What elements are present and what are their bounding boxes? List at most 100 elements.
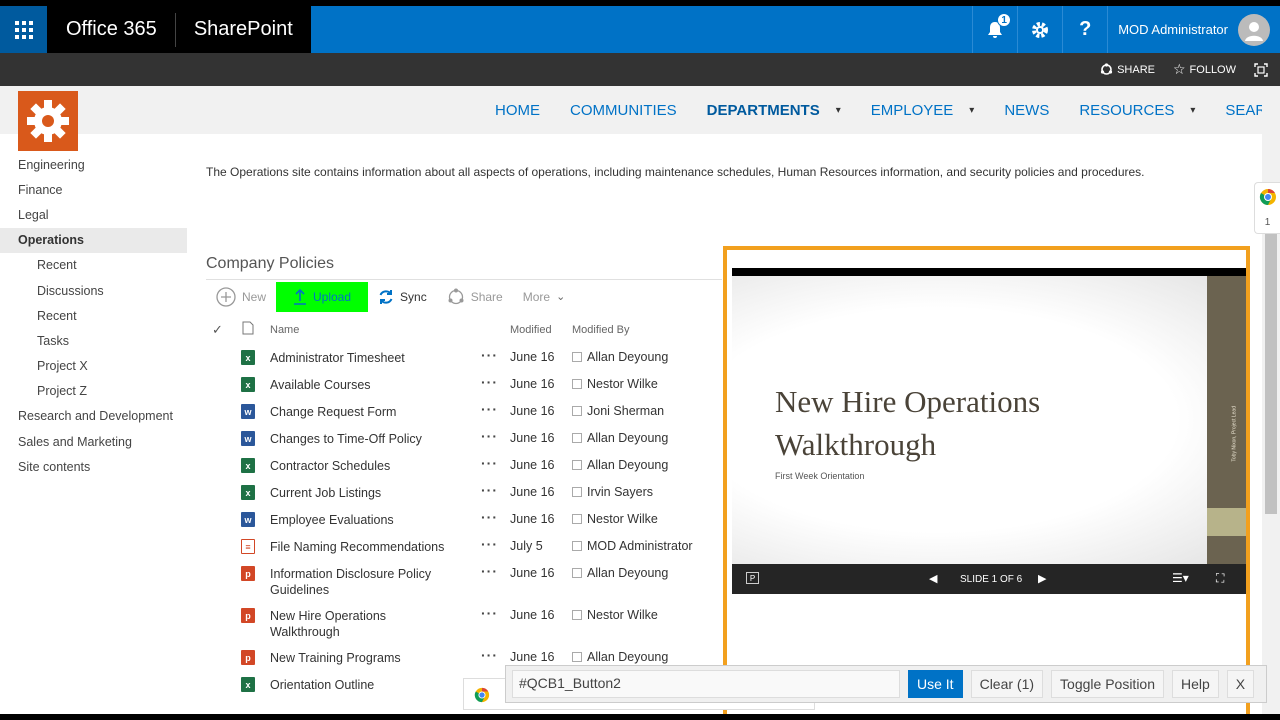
ellipsis-menu-icon[interactable]: ··· xyxy=(481,563,498,579)
dropdown-icon[interactable]: ▾ xyxy=(1190,105,1195,116)
table-row[interactable]: x Contractor Schedules ··· June 16 Allan… xyxy=(206,452,722,479)
side-widget[interactable]: 1 xyxy=(1254,182,1280,234)
ellipsis-menu-icon[interactable]: ··· xyxy=(481,482,498,498)
help-button[interactable]: ? xyxy=(1062,6,1107,53)
file-name[interactable]: Contractor Schedules xyxy=(270,458,450,474)
leftnav-item-finance[interactable]: Finance xyxy=(0,177,187,202)
dropdown-icon[interactable]: ▾ xyxy=(836,105,841,116)
ellipsis-menu-icon[interactable]: ··· xyxy=(481,455,498,471)
presence-checkbox[interactable] xyxy=(572,379,582,389)
leftnav-item-recent-2[interactable]: Recent xyxy=(0,303,187,328)
presence-checkbox[interactable] xyxy=(572,433,582,443)
slide[interactable]: Toby Nixon, Project Lead New Hire Operat… xyxy=(732,276,1246,564)
dropdown-icon[interactable]: ▾ xyxy=(969,105,974,116)
share-button[interactable]: SHARE xyxy=(1100,63,1155,76)
table-row[interactable]: w Change Request Form ··· June 16 Joni S… xyxy=(206,398,722,425)
column-name[interactable]: Name xyxy=(270,324,299,336)
presence-checkbox[interactable] xyxy=(572,541,582,551)
modified-by-name[interactable]: MOD Administrator xyxy=(587,539,693,553)
modified-by-name[interactable]: Allan Deyoung xyxy=(587,650,668,664)
ellipsis-menu-icon[interactable]: ··· xyxy=(481,401,498,417)
presence-checkbox[interactable] xyxy=(572,610,582,620)
table-row[interactable]: p New Hire Operations Walkthrough ··· Ju… xyxy=(206,602,722,644)
leftnav-item-legal[interactable]: Legal xyxy=(0,202,187,227)
ellipsis-menu-icon[interactable]: ··· xyxy=(481,347,498,363)
nav-communities[interactable]: COMMUNITIES xyxy=(555,100,692,120)
table-row[interactable]: x Administrator Timesheet ··· June 16 Al… xyxy=(206,344,722,371)
modified-by-name[interactable]: Allan Deyoung xyxy=(587,431,668,445)
next-slide-icon[interactable]: ▶ xyxy=(1038,572,1046,585)
close-button[interactable]: X xyxy=(1226,670,1255,698)
file-name[interactable]: Change Request Form xyxy=(270,404,450,420)
office365-link[interactable]: Office 365 xyxy=(47,12,176,47)
leftnav-item-discussions[interactable]: Discussions xyxy=(0,278,187,303)
leftnav-item-project-x[interactable]: Project X xyxy=(0,354,187,379)
modified-by-name[interactable]: Joni Sherman xyxy=(587,404,664,418)
modified-by-name[interactable]: Allan Deyoung xyxy=(587,350,668,364)
ellipsis-menu-icon[interactable]: ··· xyxy=(481,605,498,621)
presence-checkbox[interactable] xyxy=(572,568,582,578)
nav-departments[interactable]: DEPARTMENTS ▾ xyxy=(692,100,856,120)
modified-by-name[interactable]: Nestor Wilke xyxy=(587,512,658,526)
select-all-checkmark-icon[interactable]: ✓ xyxy=(212,322,223,338)
user-menu[interactable]: MOD Administrator xyxy=(1107,6,1280,53)
clear-button[interactable]: Clear (1) xyxy=(970,670,1044,698)
table-row[interactable]: w Employee Evaluations ··· June 16 Nesto… xyxy=(206,506,722,533)
scrollbar-thumb[interactable] xyxy=(1265,186,1277,514)
modified-by-name[interactable]: Allan Deyoung xyxy=(587,566,668,580)
leftnav-item-research[interactable]: Research and Development xyxy=(0,404,187,429)
table-row[interactable]: w Changes to Time-Off Policy ··· June 16… xyxy=(206,425,722,452)
modified-by-name[interactable]: Allan Deyoung xyxy=(587,458,668,472)
column-modified[interactable]: Modified xyxy=(510,324,552,336)
table-row[interactable]: x Current Job Listings ··· June 16 Irvin… xyxy=(206,479,722,506)
focus-button[interactable] xyxy=(1254,62,1268,77)
powerpoint-open-icon[interactable]: P xyxy=(746,572,759,584)
ellipsis-menu-icon[interactable]: ··· xyxy=(481,536,498,552)
file-name[interactable]: Information Disclosure Policy Guidelines xyxy=(270,566,450,598)
settings-button[interactable] xyxy=(1017,6,1062,53)
ellipsis-menu-icon[interactable]: ··· xyxy=(481,647,498,663)
column-modified-by[interactable]: Modified By xyxy=(572,324,629,336)
app-launcher-button[interactable] xyxy=(0,6,47,53)
file-name[interactable]: Employee Evaluations xyxy=(270,512,450,528)
file-name[interactable]: Changes to Time-Off Policy xyxy=(270,431,450,447)
follow-button[interactable]: ☆ FOLLOW xyxy=(1173,61,1236,78)
selector-input[interactable]: #QCB1_Button2 xyxy=(512,670,900,698)
file-name[interactable]: File Naming Recommendations xyxy=(270,539,470,555)
notifications-button[interactable]: 1 xyxy=(972,6,1017,53)
presence-checkbox[interactable] xyxy=(572,406,582,416)
modified-by-name[interactable]: Nestor Wilke xyxy=(587,608,658,622)
leftnav-item-recent[interactable]: Recent xyxy=(0,253,187,278)
new-button[interactable]: New xyxy=(206,282,276,312)
leftnav-item-engineering[interactable]: Engineering xyxy=(0,152,187,177)
table-row[interactable]: x Available Courses ··· June 16 Nestor W… xyxy=(206,371,722,398)
file-name[interactable]: New Hire Operations Walkthrough xyxy=(270,608,420,640)
leftnav-item-project-z[interactable]: Project Z xyxy=(0,379,187,404)
leftnav-item-operations[interactable]: Operations xyxy=(0,227,187,253)
share-doc-button[interactable]: Share xyxy=(437,282,513,312)
site-logo[interactable] xyxy=(18,91,78,151)
upload-button[interactable]: Upload xyxy=(276,281,369,312)
slide-list-icon[interactable]: ☰▾ xyxy=(1172,571,1189,585)
file-name[interactable]: Available Courses xyxy=(270,377,450,393)
presence-checkbox[interactable] xyxy=(572,514,582,524)
library-title[interactable]: Company Policies xyxy=(206,255,334,273)
nav-news[interactable]: NEWS xyxy=(989,100,1064,120)
file-name[interactable]: Administrator Timesheet xyxy=(270,350,450,366)
sync-button[interactable]: Sync xyxy=(368,282,437,312)
modified-by-name[interactable]: Irvin Sayers xyxy=(587,485,653,499)
presence-checkbox[interactable] xyxy=(572,652,582,662)
presence-checkbox[interactable] xyxy=(572,352,582,362)
toggle-position-button[interactable]: Toggle Position xyxy=(1051,670,1164,698)
file-name[interactable]: Current Job Listings xyxy=(270,485,450,501)
ellipsis-menu-icon[interactable]: ··· xyxy=(481,509,498,525)
file-name[interactable]: Orientation Outline xyxy=(270,677,450,693)
leftnav-item-tasks[interactable]: Tasks xyxy=(0,328,187,353)
use-it-button[interactable]: Use It xyxy=(908,670,963,698)
nav-employee[interactable]: EMPLOYEE ▾ xyxy=(856,100,990,120)
nav-home[interactable]: HOME xyxy=(480,100,555,120)
leftnav-item-site-contents[interactable]: Site contents xyxy=(0,454,187,479)
more-button[interactable]: More ⌄ xyxy=(513,282,576,312)
sharepoint-link[interactable]: SharePoint xyxy=(176,18,311,41)
file-name[interactable]: New Training Programs xyxy=(270,650,450,666)
